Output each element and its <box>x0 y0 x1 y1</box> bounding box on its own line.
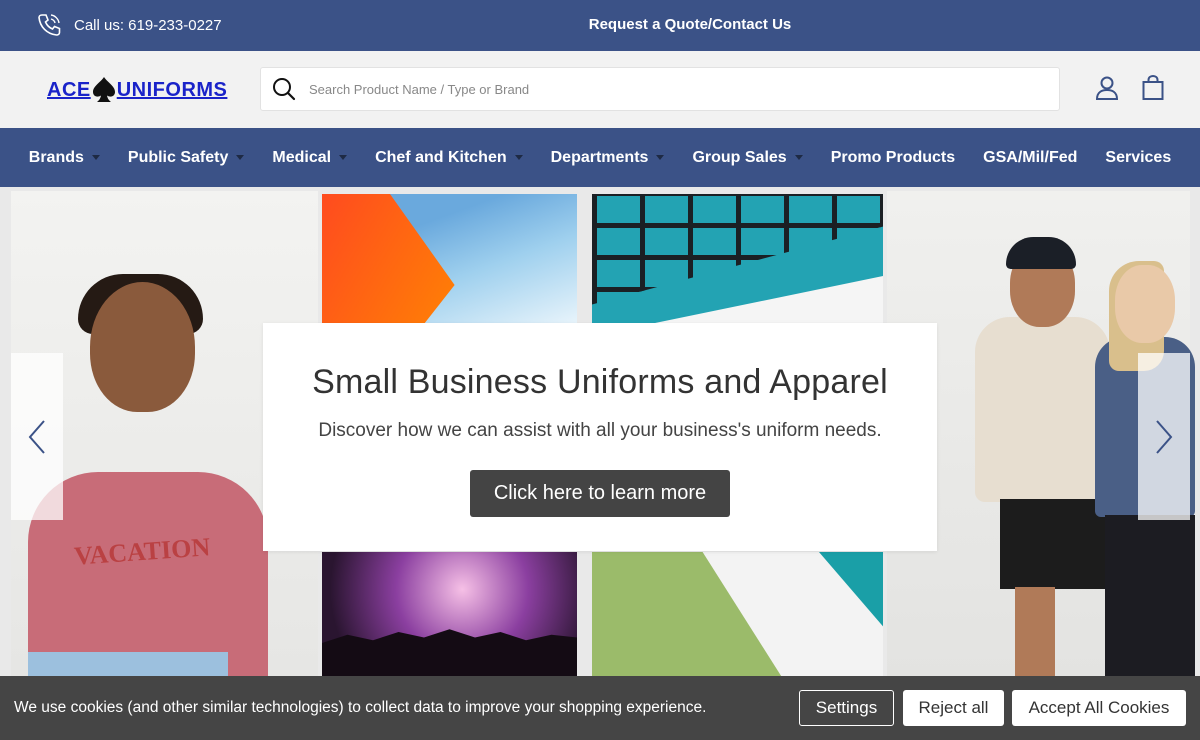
cookie-reject-button[interactable]: Reject all <box>903 690 1004 726</box>
caret-down-icon <box>514 155 523 160</box>
nav-item-label: Public Safety <box>127 148 229 166</box>
hero-model-woman: VACATION <box>28 274 268 676</box>
nav-item-label: Services <box>1105 148 1172 166</box>
nav-item-label: Chef and Kitchen <box>375 148 507 166</box>
learn-more-button[interactable]: Click here to learn more <box>469 470 731 517</box>
chevron-right-icon <box>1156 419 1173 454</box>
hero-tile-flag <box>322 194 577 324</box>
logo-text-uniforms: UNIFORMS <box>116 78 228 101</box>
nav-item-label: Promo Products <box>830 148 956 166</box>
spade-icon <box>92 77 115 102</box>
cookie-banner: We use cookies (and other similar techno… <box>0 676 1200 740</box>
nav-item-chef-and-kitchen[interactable]: Chef and Kitchen <box>361 149 537 167</box>
main-nav: Brands Public Safety Medical Chef and Kitch… <box>0 128 1200 187</box>
search-icon[interactable] <box>271 76 297 102</box>
nav-item-public-safety[interactable]: Public Safety <box>114 149 258 167</box>
request-quote-link[interactable]: Request a Quote/Contact Us <box>0 16 1200 33</box>
account-icon[interactable] <box>1094 75 1120 101</box>
nav-item-departments[interactable]: Departments <box>537 149 679 167</box>
search-input[interactable] <box>309 81 1009 97</box>
carousel-next-button[interactable] <box>1138 353 1190 520</box>
hero-tile-abstract <box>592 552 883 676</box>
caret-down-icon <box>236 155 245 160</box>
caret-down-icon <box>91 155 100 160</box>
site-logo[interactable]: ACE UNIFORMS <box>47 76 227 104</box>
cookie-accept-button[interactable]: Accept All Cookies <box>1012 690 1186 726</box>
carousel-prev-button[interactable] <box>11 353 63 520</box>
cart-icon[interactable] <box>1141 75 1165 101</box>
caret-down-icon <box>656 155 665 160</box>
nav-item-gsa-mil-fed[interactable]: GSA/Mil/Fed <box>969 149 1091 167</box>
nav-item-label: Departments <box>550 148 649 166</box>
chevron-left-icon <box>28 419 45 454</box>
cookie-message: We use cookies (and other similar techno… <box>14 699 707 716</box>
hero-subtitle: Discover how we can assist with all your… <box>318 420 882 441</box>
caret-down-icon <box>794 155 803 160</box>
search-bar <box>260 67 1060 111</box>
nav-item-label: Brands <box>28 148 84 166</box>
nav-item-label: Medical <box>272 148 332 166</box>
site-header: ACE UNIFORMS <box>0 51 1200 128</box>
hero-title: Small Business Uniforms and Apparel <box>312 363 888 401</box>
nav-item-group-sales[interactable]: Group Sales <box>678 149 816 167</box>
logo-text-ace: ACE <box>47 78 91 101</box>
hero-tile-building <box>592 194 883 324</box>
hero-card: Small Business Uniforms and Apparel Disc… <box>263 323 937 551</box>
nav-item-brands[interactable]: Brands <box>15 149 114 167</box>
nav-item-promo-products[interactable]: Promo Products <box>817 149 969 167</box>
caret-down-icon <box>339 155 348 160</box>
nav-item-label: GSA/Mil/Fed <box>983 148 1078 166</box>
top-bar: Call us: 619-233-0227 Request a Quote/Co… <box>0 0 1200 51</box>
hero-tile-concert <box>322 552 577 676</box>
nav-item-label: Group Sales <box>692 148 787 166</box>
nav-item-medical[interactable]: Medical <box>258 149 361 167</box>
cookie-settings-button[interactable]: Settings <box>799 690 894 726</box>
nav-item-services[interactable]: Services <box>1091 149 1185 167</box>
